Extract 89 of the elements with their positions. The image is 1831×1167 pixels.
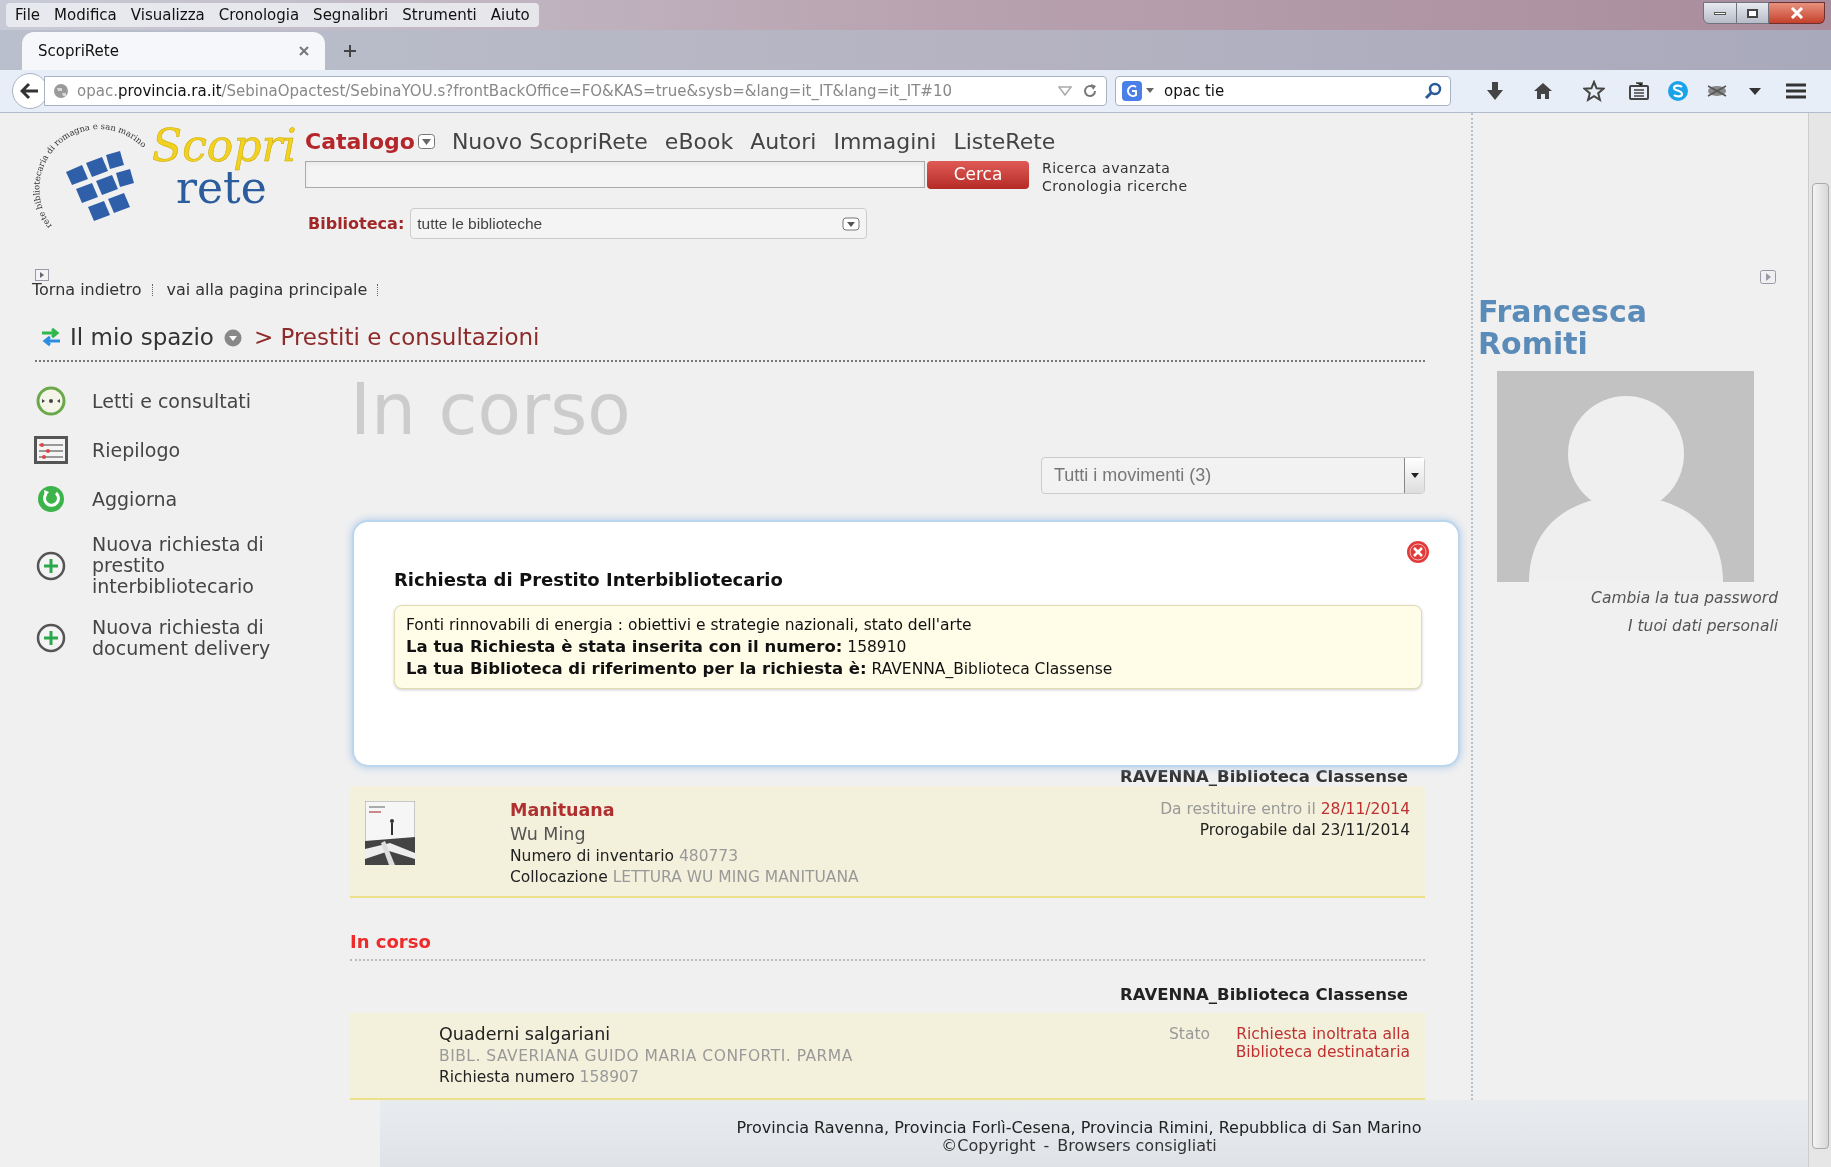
author-text: Wu Ming xyxy=(510,823,587,846)
url-text: opac.provincia.ra.it/SebinaOpactest/SebinaYOU.s?frontBackOffice=FO&KAS=true&sysb=&lang=it_IT&lang=it_IT#10 xyxy=(77,80,953,102)
message-panel: Fonti rinnovabili di energia : obiettivi e strategie nazionali, stato dell'arte La tua Richiesta è stata inserita con il numero: 158910 La tua Biblioteca di riferimento per la richiesta è: RAVENNA_Biblioteca Classense xyxy=(394,605,1422,689)
search-field[interactable] xyxy=(305,161,925,188)
search-icon[interactable] xyxy=(1424,82,1442,100)
skype-icon[interactable] xyxy=(1667,80,1689,102)
user-name: Francesca Romiti xyxy=(1478,296,1648,360)
new-tab-icon[interactable] xyxy=(343,44,357,58)
list-icon xyxy=(34,436,68,464)
profile-link[interactable]: Cambia la tua password xyxy=(1591,586,1778,610)
dialog-title: Richiesta di Prestito Interbibliotecario xyxy=(394,568,784,592)
footer-link[interactable]: Browsers consigliati xyxy=(1057,1137,1217,1155)
nav-tab[interactable]: ListeRete xyxy=(953,124,1056,158)
reload-icon[interactable] xyxy=(1082,83,1098,99)
due-date-text: Da restituire entro il 28/11/2014 xyxy=(1160,799,1410,820)
sidebar-link[interactable]: Nuova richiesta di prestito interbibliotecario xyxy=(92,534,297,597)
nav-tab[interactable]: Nuovo ScopriRete xyxy=(451,124,648,158)
nav-tab[interactable]: Autori xyxy=(750,124,817,158)
nav-tab[interactable]: eBook xyxy=(664,124,734,158)
caret-icon[interactable] xyxy=(1749,87,1761,95)
close-icon[interactable] xyxy=(299,46,309,56)
detail-text: Numero di inventario 480773 xyxy=(510,846,740,867)
library-select[interactable]: tutte le biblioteche xyxy=(410,208,868,239)
item-title[interactable]: Quaderni salgariani xyxy=(439,1023,1169,1045)
movement-select[interactable]: Tutti i movimenti (3) xyxy=(1041,457,1425,494)
menu-item[interactable]: Segnalibri xyxy=(306,3,396,27)
search-button[interactable]: Cerca xyxy=(927,161,1029,189)
sidebar-link[interactable]: Letti e consultati xyxy=(92,390,297,412)
renewal-text: Prorogabile dal 23/11/2014 xyxy=(1199,820,1410,841)
close-button[interactable] xyxy=(1769,2,1825,24)
menu-item[interactable]: File xyxy=(8,3,48,27)
restore-button[interactable] xyxy=(1737,2,1769,24)
scrollbar-thumb[interactable] xyxy=(1811,183,1829,1149)
nav-tab[interactable]: Immagini xyxy=(833,124,937,158)
globe-icon xyxy=(53,83,69,99)
status-text: Richiesta inoltrata alla Biblioteca destinataria xyxy=(1234,1025,1410,1063)
bug-icon[interactable] xyxy=(1705,83,1729,99)
library-text: BIBL. SAVERIANA GUIDO MARIA CONFORTI. PARMA xyxy=(439,1046,854,1067)
library-name: RAVENNA_Biblioteca Classense xyxy=(1120,768,1408,786)
address-field[interactable]: opac.provincia.ra.it/SebinaOpactest/SebinaYOU.s?frontBackOffice=FO&KAS=true&sysb=&lang=it_IT&lang=it_IT#10 xyxy=(44,76,1107,106)
close-icon[interactable] xyxy=(1406,540,1430,564)
close-icon xyxy=(1789,7,1804,19)
footer-text: Provincia Ravenna, Provincia Forlì-Cesena, Provincia Rimini, Repubblica di San Marino xyxy=(736,1119,1422,1137)
link[interactable]: Torna indietro xyxy=(32,278,142,302)
detail-text: Richiesta numero 158907 xyxy=(439,1067,640,1088)
sidebar-link[interactable]: Nuova richiesta di document delivery xyxy=(92,617,297,659)
back-arrow-icon xyxy=(20,82,40,100)
browser-tab[interactable]: ScopriRete xyxy=(22,32,325,70)
clock-icon xyxy=(34,386,68,416)
scrollbar[interactable] xyxy=(1808,113,1831,1167)
dropdown-icon[interactable] xyxy=(417,133,435,149)
nav-tab[interactable]: Catalogo xyxy=(305,124,435,158)
reading-list-icon[interactable] xyxy=(1629,82,1649,100)
caret-icon[interactable] xyxy=(1146,88,1154,94)
download-icon[interactable] xyxy=(1486,81,1504,101)
library-name: RAVENNA_Biblioteca Classense xyxy=(1120,985,1408,1005)
dropdown-icon[interactable] xyxy=(842,216,861,231)
home-icon[interactable] xyxy=(1533,82,1553,100)
field-label: Biblioteca: xyxy=(308,212,405,235)
profile-link[interactable]: I tuoi dati personali xyxy=(1628,614,1778,638)
search-field[interactable]: opac tie xyxy=(1115,76,1451,106)
link[interactable]: vai alla pagina principale xyxy=(166,278,368,302)
footer-link[interactable]: ©Copyright xyxy=(941,1137,1036,1155)
menu-item[interactable]: Modifica xyxy=(47,3,124,27)
add-icon xyxy=(34,623,68,653)
minimize-button[interactable] xyxy=(1703,2,1737,24)
breadcrumb-current: > Prestiti e consultazioni xyxy=(253,322,540,352)
sidebar-link[interactable]: Riepilogo xyxy=(92,439,297,461)
item-title[interactable]: Manituana xyxy=(510,798,1161,822)
menu-item[interactable]: Visualizza xyxy=(123,3,212,27)
link[interactable]: Ricerca avanzata xyxy=(1042,159,1188,177)
tab-title: ScopriRete xyxy=(38,40,119,62)
add-icon xyxy=(34,550,68,581)
separator-text: - xyxy=(1043,1137,1050,1155)
swap-arrows-icon xyxy=(40,327,62,347)
sidebar-link[interactable]: Aggiorna xyxy=(92,488,297,510)
google-icon[interactable] xyxy=(1122,81,1142,101)
menu-item[interactable]: Cronologia xyxy=(211,3,307,27)
star-icon[interactable] xyxy=(1583,80,1605,102)
breadcrumb-link[interactable]: Il mio spazio xyxy=(70,319,214,355)
menu-item[interactable]: Aiuto xyxy=(483,3,537,27)
link[interactable]: Cronologia ricerche xyxy=(1042,177,1188,195)
dropdown-icon[interactable] xyxy=(1404,458,1424,493)
expand-icon[interactable] xyxy=(35,269,49,281)
menu-item[interactable]: Strumenti xyxy=(395,3,484,27)
menu-icon[interactable] xyxy=(1785,82,1807,100)
field-label: Stato xyxy=(1169,1025,1210,1045)
section-heading: In corso xyxy=(350,931,432,953)
detail-text: Collocazione LETTURA WU MING MANITUANA xyxy=(510,867,860,888)
